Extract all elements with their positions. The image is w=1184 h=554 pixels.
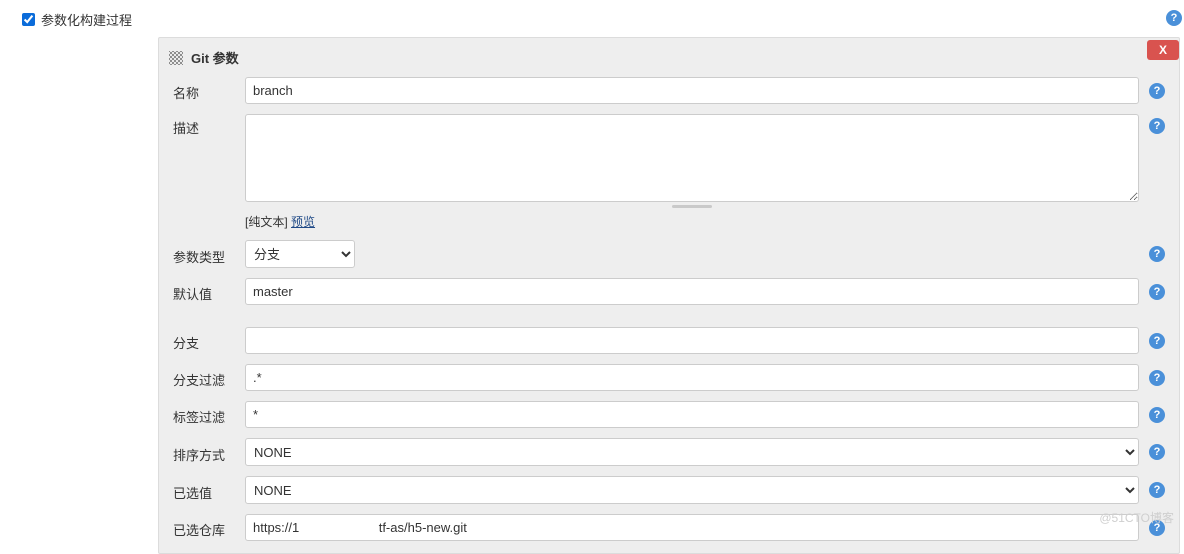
help-icon[interactable]: ? [1149,118,1165,134]
help-icon[interactable]: ? [1149,370,1165,386]
branch-input[interactable] [245,327,1139,354]
help-icon[interactable]: ? [1149,83,1165,99]
branch-filter-label: 分支过滤 [173,366,245,389]
branch-filter-input[interactable] [245,364,1139,391]
parametrized-build-label: 参数化构建过程 [41,10,132,29]
delete-parameter-button[interactable]: X [1147,40,1179,60]
git-parameter-panel: X Git 参数 名称 ? 描述 [纯文本] 预览 ? 参数类型 [158,37,1180,554]
help-icon[interactable]: ? [1149,482,1165,498]
default-value-input[interactable] [245,278,1139,305]
name-input[interactable] [245,77,1139,104]
help-icon[interactable]: ? [1166,10,1182,26]
parametrized-build-checkbox[interactable] [22,13,35,26]
selected-repo-input[interactable] [245,514,1139,541]
selected-value-label: 已选值 [173,479,245,502]
help-icon[interactable]: ? [1149,444,1165,460]
sort-select[interactable]: NONE [245,438,1139,466]
tag-filter-label: 标签过滤 [173,403,245,426]
description-label: 描述 [173,114,245,137]
param-type-select[interactable]: 分支 [245,240,355,268]
selected-repo-label: 已选仓库 [173,516,245,539]
help-icon[interactable]: ? [1149,284,1165,300]
help-icon[interactable]: ? [1149,520,1165,536]
name-label: 名称 [173,79,245,102]
help-icon[interactable]: ? [1149,333,1165,349]
sort-label: 排序方式 [173,441,245,464]
tag-filter-input[interactable] [245,401,1139,428]
description-format-note: [纯文本] 预览 [245,213,1139,230]
help-icon[interactable]: ? [1149,407,1165,423]
panel-title: Git 参数 [191,48,239,67]
selected-value-select[interactable]: NONE [245,476,1139,504]
textarea-resize-handle[interactable] [245,205,1139,209]
description-textarea[interactable] [245,114,1139,202]
preview-link[interactable]: 预览 [291,215,315,229]
drag-handle-icon[interactable] [169,51,183,65]
default-value-label: 默认值 [173,280,245,303]
param-type-label: 参数类型 [173,243,245,266]
branch-label: 分支 [173,329,245,352]
help-icon[interactable]: ? [1149,246,1165,262]
